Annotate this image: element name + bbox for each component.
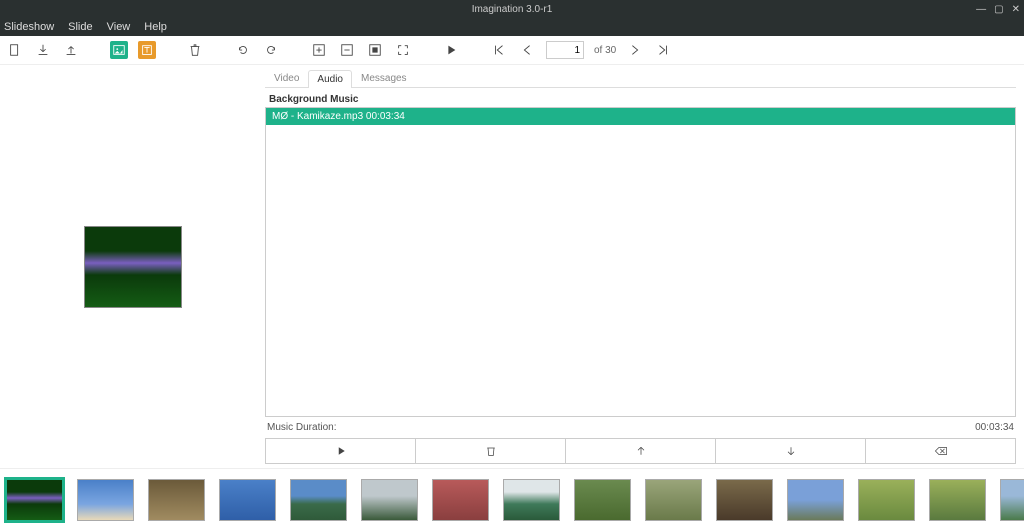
audio-play-button[interactable] (266, 439, 416, 463)
menu-view[interactable]: View (107, 21, 131, 33)
thumb-1[interactable] (6, 479, 63, 521)
tab-audio[interactable]: Audio (308, 70, 352, 88)
new-icon[interactable] (6, 41, 24, 59)
import-icon[interactable] (34, 41, 52, 59)
thumb-6[interactable] (361, 479, 418, 521)
close-icon[interactable]: ✕ (1012, 4, 1020, 15)
menu-slideshow[interactable]: Slideshow (4, 21, 54, 33)
menu-help[interactable]: Help (144, 21, 167, 33)
track-list[interactable]: MØ - Kamikaze.mp3 00:03:34 (265, 107, 1016, 417)
preview-pane (0, 65, 265, 468)
toolbar: of 30 (0, 36, 1024, 65)
minimize-icon[interactable]: — (976, 4, 986, 15)
thumb-11[interactable] (716, 479, 773, 521)
delete-icon[interactable] (186, 41, 204, 59)
rotate-ccw-icon[interactable] (234, 41, 252, 59)
thumb-8[interactable] (503, 479, 560, 521)
preview-image (84, 226, 182, 308)
tab-video[interactable]: Video (265, 69, 308, 87)
right-pane: Video Audio Messages Background Music MØ… (265, 65, 1024, 468)
add-picture-icon[interactable] (110, 41, 128, 59)
thumb-13[interactable] (858, 479, 915, 521)
background-music-label: Background Music (269, 94, 1016, 105)
thumb-10[interactable] (645, 479, 702, 521)
slide-total-label: of 30 (594, 45, 616, 56)
zoom-fit-icon[interactable] (366, 41, 384, 59)
side-tabs: Video Audio Messages (265, 69, 1016, 88)
add-text-icon[interactable] (138, 41, 156, 59)
slide-number-input[interactable] (546, 41, 584, 59)
thumb-14[interactable] (929, 479, 986, 521)
thumbnail-strip[interactable] (0, 468, 1024, 531)
thumb-2[interactable] (77, 479, 134, 521)
music-duration-label: Music Duration: (267, 422, 336, 433)
thumb-7[interactable] (432, 479, 489, 521)
thumb-9[interactable] (574, 479, 631, 521)
go-last-icon[interactable] (654, 41, 672, 59)
thumb-15[interactable] (1000, 479, 1024, 521)
export-icon[interactable] (62, 41, 80, 59)
audio-clear-button[interactable] (866, 439, 1015, 463)
thumb-5[interactable] (290, 479, 347, 521)
rotate-cw-icon[interactable] (262, 41, 280, 59)
go-prev-icon[interactable] (518, 41, 536, 59)
play-icon[interactable] (442, 41, 460, 59)
audio-delete-button[interactable] (416, 439, 566, 463)
audio-controls (265, 438, 1016, 464)
thumb-12[interactable] (787, 479, 844, 521)
go-first-icon[interactable] (490, 41, 508, 59)
audio-move-up-button[interactable] (566, 439, 716, 463)
menu-slide[interactable]: Slide (68, 21, 92, 33)
audio-move-down-button[interactable] (716, 439, 866, 463)
zoom-out-icon[interactable] (338, 41, 356, 59)
menubar: Slideshow Slide View Help (0, 18, 1024, 36)
zoom-in-icon[interactable] (310, 41, 328, 59)
music-duration-value: 00:03:34 (975, 422, 1014, 433)
track-row[interactable]: MØ - Kamikaze.mp3 00:03:34 (266, 108, 1015, 125)
main-area: Video Audio Messages Background Music MØ… (0, 65, 1024, 468)
window-title: Imagination 3.0-r1 (472, 4, 553, 15)
thumb-4[interactable] (219, 479, 276, 521)
thumb-3[interactable] (148, 479, 205, 521)
tab-messages[interactable]: Messages (352, 69, 416, 87)
fullscreen-icon[interactable] (394, 41, 412, 59)
titlebar: Imagination 3.0-r1 — ▢ ✕ (0, 0, 1024, 18)
go-next-icon[interactable] (626, 41, 644, 59)
maximize-icon[interactable]: ▢ (994, 4, 1003, 15)
